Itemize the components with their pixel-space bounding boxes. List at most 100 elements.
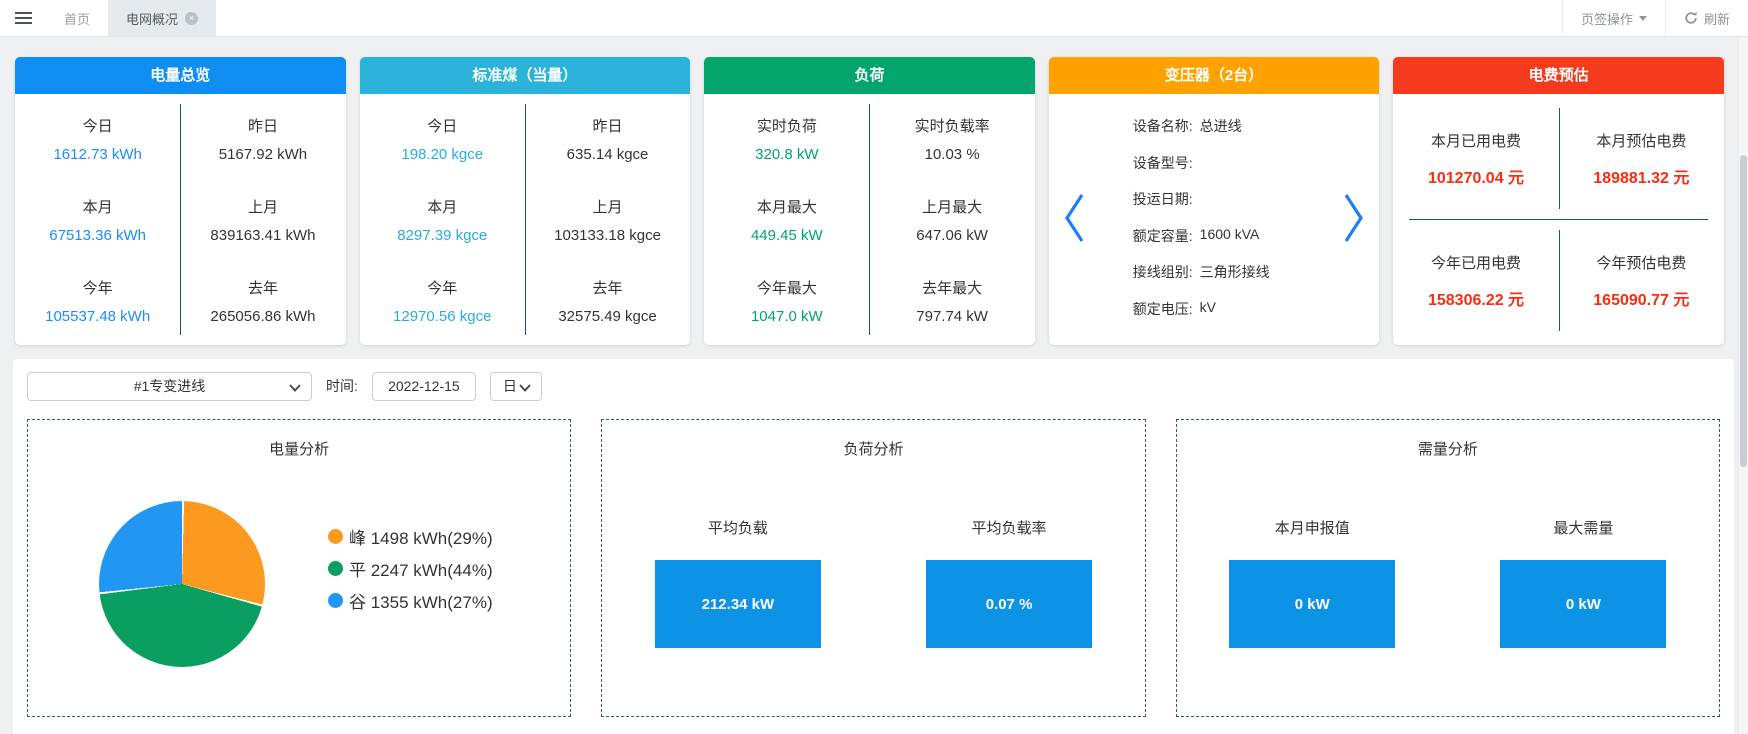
legend-label: 平 2247 kWh(44%): [349, 556, 493, 581]
legend-item: 峰 1498 kWh(29%): [328, 524, 493, 549]
card-energy-overview: 电量总览 今日1612.73 kWh 昨日5167.92 kWh 本月67513…: [15, 57, 346, 345]
topbar: 首页 电网概况 × 页签操作 刷新: [0, 0, 1748, 37]
fee-cell: 本月预估电费189881.32 元: [1559, 98, 1724, 219]
legend-label: 峰 1498 kWh(29%): [349, 524, 493, 549]
stat-cell: 本月最大449.45 kW: [704, 179, 869, 260]
legend-dot-icon: [328, 561, 343, 576]
close-icon[interactable]: ×: [185, 12, 198, 25]
tab-label: 电网概况: [126, 9, 178, 28]
scrollbar-thumb[interactable]: [1740, 155, 1747, 467]
filter-row: #1专变进线 时间: 日: [27, 371, 1720, 401]
hamburger-icon: [15, 12, 32, 14]
granularity-select[interactable]: 日: [490, 372, 542, 401]
panel-stats: 本月申报值 0 kW 最大需量 0 kW: [1177, 517, 1719, 648]
time-label: 时间:: [326, 376, 358, 396]
stat-box: 0.07 %: [926, 560, 1092, 648]
chevron-left-icon: [1059, 188, 1089, 248]
stat-cell: 实时负荷320.8 kW: [704, 98, 869, 179]
menu-toggle-button[interactable]: [0, 0, 46, 36]
legend-dot-icon: [328, 593, 343, 608]
pie-legend: 峰 1498 kWh(29%) 平 2247 kWh(44%) 谷 1355 kWh…: [328, 524, 493, 613]
stat-cell: 本月8297.39 kgce: [360, 179, 525, 260]
stat-cell: 上月103133.18 kgce: [525, 179, 690, 260]
panel-title: 需量分析: [1177, 438, 1719, 459]
chevron-down-icon: [289, 384, 301, 392]
card-body: 实时负荷320.8 kW 实时负载率10.03 % 本月最大449.45 kW …: [704, 94, 1035, 345]
stat-cell: 本月67513.36 kWh: [15, 179, 180, 260]
panel-energy-analysis: 电量分析 峰 1498 kWh(29%) 平 2247 kWh(44%) 谷 135…: [27, 419, 571, 717]
panel-title: 电量分析: [28, 438, 570, 459]
card-body: 本月已用电费101270.04 元 本月预估电费189881.32 元 今年已用…: [1393, 94, 1724, 345]
refresh-label: 刷新: [1704, 9, 1730, 28]
stat-cell: 今年12970.56 kgce: [360, 260, 525, 341]
refresh-button[interactable]: 刷新: [1665, 0, 1748, 36]
stat-box: 0 kW: [1229, 560, 1395, 648]
refresh-icon: [1684, 11, 1698, 25]
stat-cell: 今日198.20 kgce: [360, 98, 525, 179]
card-title: 标准煤（当量）: [360, 57, 691, 94]
card-standard-coal: 标准煤（当量） 今日198.20 kgce 昨日635.14 kgce 本月82…: [360, 57, 691, 345]
card-title: 变压器（2台）: [1049, 57, 1380, 94]
stat-cell: 今年最大1047.0 kW: [704, 260, 869, 341]
panel-load-analysis: 负荷分析 平均负载 212.34 kW 平均负载率 0.07 %: [601, 419, 1145, 717]
tab-label: 首页: [64, 9, 90, 28]
stat-cell: 昨日5167.92 kWh: [180, 98, 345, 179]
card-fee-estimate: 电费预估 本月已用电费101270.04 元 本月预估电费189881.32 元…: [1393, 57, 1724, 345]
legend-item: 平 2247 kWh(44%): [328, 556, 493, 581]
stat-group: 本月申报值 0 kW: [1229, 517, 1395, 648]
stat-box: 212.34 kW: [655, 560, 821, 648]
fee-cell: 今年预估电费165090.77 元: [1559, 220, 1724, 341]
stat-group: 最大需量 0 kW: [1500, 517, 1666, 648]
carousel-next-button[interactable]: [1339, 188, 1369, 248]
analysis-panels: 电量分析 峰 1498 kWh(29%) 平 2247 kWh(44%) 谷 135…: [27, 419, 1720, 717]
stat-cell: 昨日635.14 kgce: [525, 98, 690, 179]
stat-cell: 上月最大647.06 kW: [869, 179, 1034, 260]
transformer-row: 接线组别:三角形接线: [1133, 262, 1334, 282]
vertical-scrollbar: [1738, 37, 1748, 734]
analysis-section: #1专变进线 时间: 日 电量分析 峰 1498 kWh(29%) 平 2247 …: [13, 359, 1734, 734]
stat-cell: 去年265056.86 kWh: [180, 260, 345, 341]
stat-group: 平均负载 212.34 kW: [655, 517, 821, 648]
topbar-actions: 页签操作 刷新: [1562, 0, 1748, 36]
date-input[interactable]: [372, 372, 476, 401]
transformer-row: 设备名称:总进线: [1133, 116, 1334, 136]
stat-cell: 今年105537.48 kWh: [15, 260, 180, 341]
stat-cell: 去年最大797.74 kW: [869, 260, 1034, 341]
stat-cell: 今日1612.73 kWh: [15, 98, 180, 179]
tab-operations-label: 页签操作: [1581, 9, 1633, 28]
card-title: 电费预估: [1393, 57, 1724, 94]
panel-stats: 平均负载 212.34 kW 平均负载率 0.07 %: [602, 517, 1144, 648]
card-transformer: 变压器（2台） 设备名称:总进线 设备型号: 投运日期: 额定容量:1600 k…: [1049, 57, 1380, 345]
fee-cell: 本月已用电费101270.04 元: [1393, 98, 1558, 219]
transformer-row: 额定电压:kV: [1133, 299, 1334, 319]
carousel-prev-button[interactable]: [1059, 188, 1089, 248]
fee-cell: 今年已用电费158306.22 元: [1393, 220, 1558, 341]
line-select[interactable]: #1专变进线: [27, 372, 312, 401]
transformer-row: 额定容量:1600 kVA: [1133, 226, 1334, 246]
legend-dot-icon: [328, 529, 343, 544]
legend-item: 谷 1355 kWh(27%): [328, 588, 493, 613]
panel-demand-analysis: 需量分析 本月申报值 0 kW 最大需量 0 kW: [1176, 419, 1720, 717]
card-body: 今日1612.73 kWh 昨日5167.92 kWh 本月67513.36 k…: [15, 94, 346, 345]
panel-title: 负荷分析: [602, 438, 1144, 459]
app-root: 首页 电网概况 × 页签操作 刷新 电量总览 今日161: [0, 0, 1748, 734]
card-title: 电量总览: [15, 57, 346, 94]
tab-grid-overview[interactable]: 电网概况 ×: [108, 0, 216, 36]
card-title: 负荷: [704, 57, 1035, 94]
summary-cards-row: 电量总览 今日1612.73 kWh 昨日5167.92 kWh 本月67513…: [15, 57, 1724, 345]
chevron-right-icon: [1339, 188, 1369, 248]
card-load: 负荷 实时负荷320.8 kW 实时负载率10.03 % 本月最大449.45 …: [704, 57, 1035, 345]
stat-cell: 实时负载率10.03 %: [869, 98, 1034, 179]
fee-row: 本月已用电费101270.04 元 本月预估电费189881.32 元: [1393, 98, 1724, 219]
card-body: 设备名称:总进线 设备型号: 投运日期: 额定容量:1600 kVA 接线组别:…: [1049, 94, 1380, 345]
granularity-value: 日: [503, 376, 517, 396]
stat-cell: 去年32575.49 kgce: [525, 260, 690, 341]
stat-group: 平均负载率 0.07 %: [926, 517, 1092, 648]
transformer-row: 设备型号:: [1133, 153, 1334, 173]
tab-home[interactable]: 首页: [46, 0, 108, 36]
tab-operations-button[interactable]: 页签操作: [1563, 0, 1665, 36]
fee-row: 今年已用电费158306.22 元 今年预估电费165090.77 元: [1393, 220, 1724, 341]
chevron-down-icon: [1639, 16, 1647, 21]
legend-label: 谷 1355 kWh(27%): [349, 588, 493, 613]
stat-cell: 上月839163.41 kWh: [180, 179, 345, 260]
